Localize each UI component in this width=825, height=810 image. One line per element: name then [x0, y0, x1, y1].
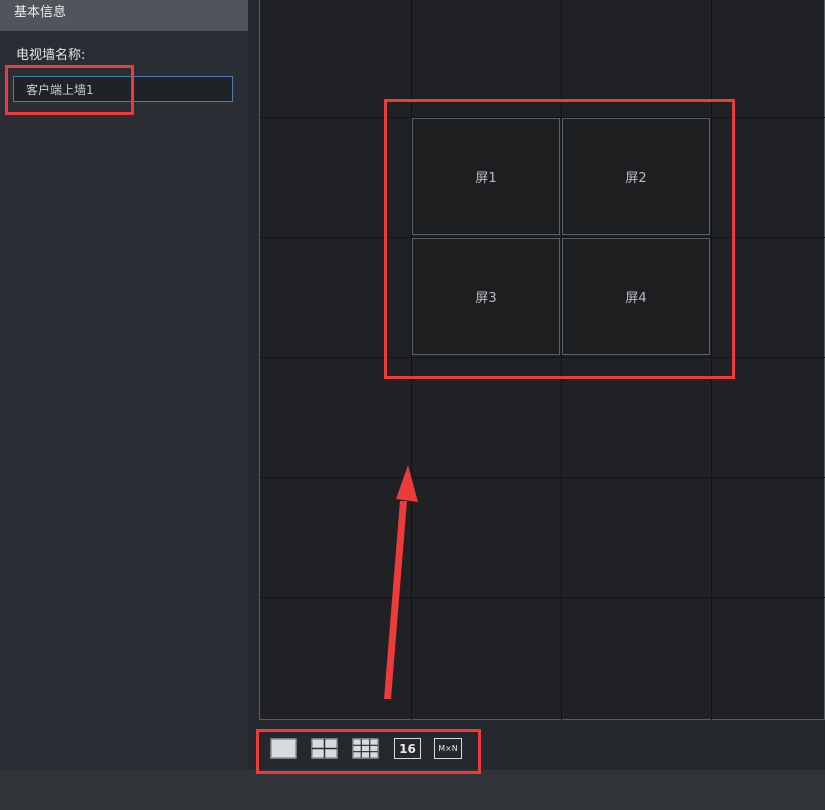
screen-3[interactable]: 屏3	[412, 238, 560, 355]
video-wall-canvas[interactable]: 屏1 屏2 屏3 屏4	[259, 0, 825, 720]
screen-label: 屏2	[625, 171, 647, 186]
screen-2[interactable]: 屏2	[562, 118, 710, 235]
grid-line	[561, 0, 562, 720]
single-screen-layout-button[interactable]	[270, 738, 297, 759]
wall-name-input[interactable]	[13, 76, 233, 102]
custom-mxn-layout-button[interactable]: M×N	[434, 738, 462, 759]
layout-toolbar	[259, 720, 825, 770]
grid-16-layout-button[interactable]: 16	[394, 738, 421, 759]
screen-label: 屏1	[475, 171, 497, 186]
status-bar	[0, 770, 825, 810]
custom-mxn-layout-icon: M×N	[438, 744, 458, 753]
basic-info-panel: 基本信息 电视墙名称:	[0, 0, 248, 770]
screen-label: 屏4	[625, 291, 647, 306]
screen-4[interactable]: 屏4	[562, 238, 710, 355]
grid-line	[711, 0, 712, 720]
screen-1[interactable]: 屏1	[412, 118, 560, 235]
grid-line	[411, 0, 412, 720]
grid-3x3-layout-button[interactable]	[352, 738, 379, 759]
grid-3x3-layout-icon	[352, 738, 379, 759]
panel-divider	[248, 0, 258, 770]
grid-line	[260, 357, 825, 358]
grid-line	[260, 477, 825, 478]
grid-2x2-layout-icon	[311, 738, 338, 759]
panel-header: 基本信息	[0, 0, 248, 31]
screen-label: 屏3	[475, 291, 497, 306]
wall-name-label: 电视墙名称:	[16, 48, 86, 63]
single-screen-layout-icon	[270, 738, 297, 759]
grid-2x2-layout-button[interactable]	[311, 738, 338, 759]
grid-line	[260, 597, 825, 598]
grid-16-layout-icon: 16	[399, 741, 416, 756]
